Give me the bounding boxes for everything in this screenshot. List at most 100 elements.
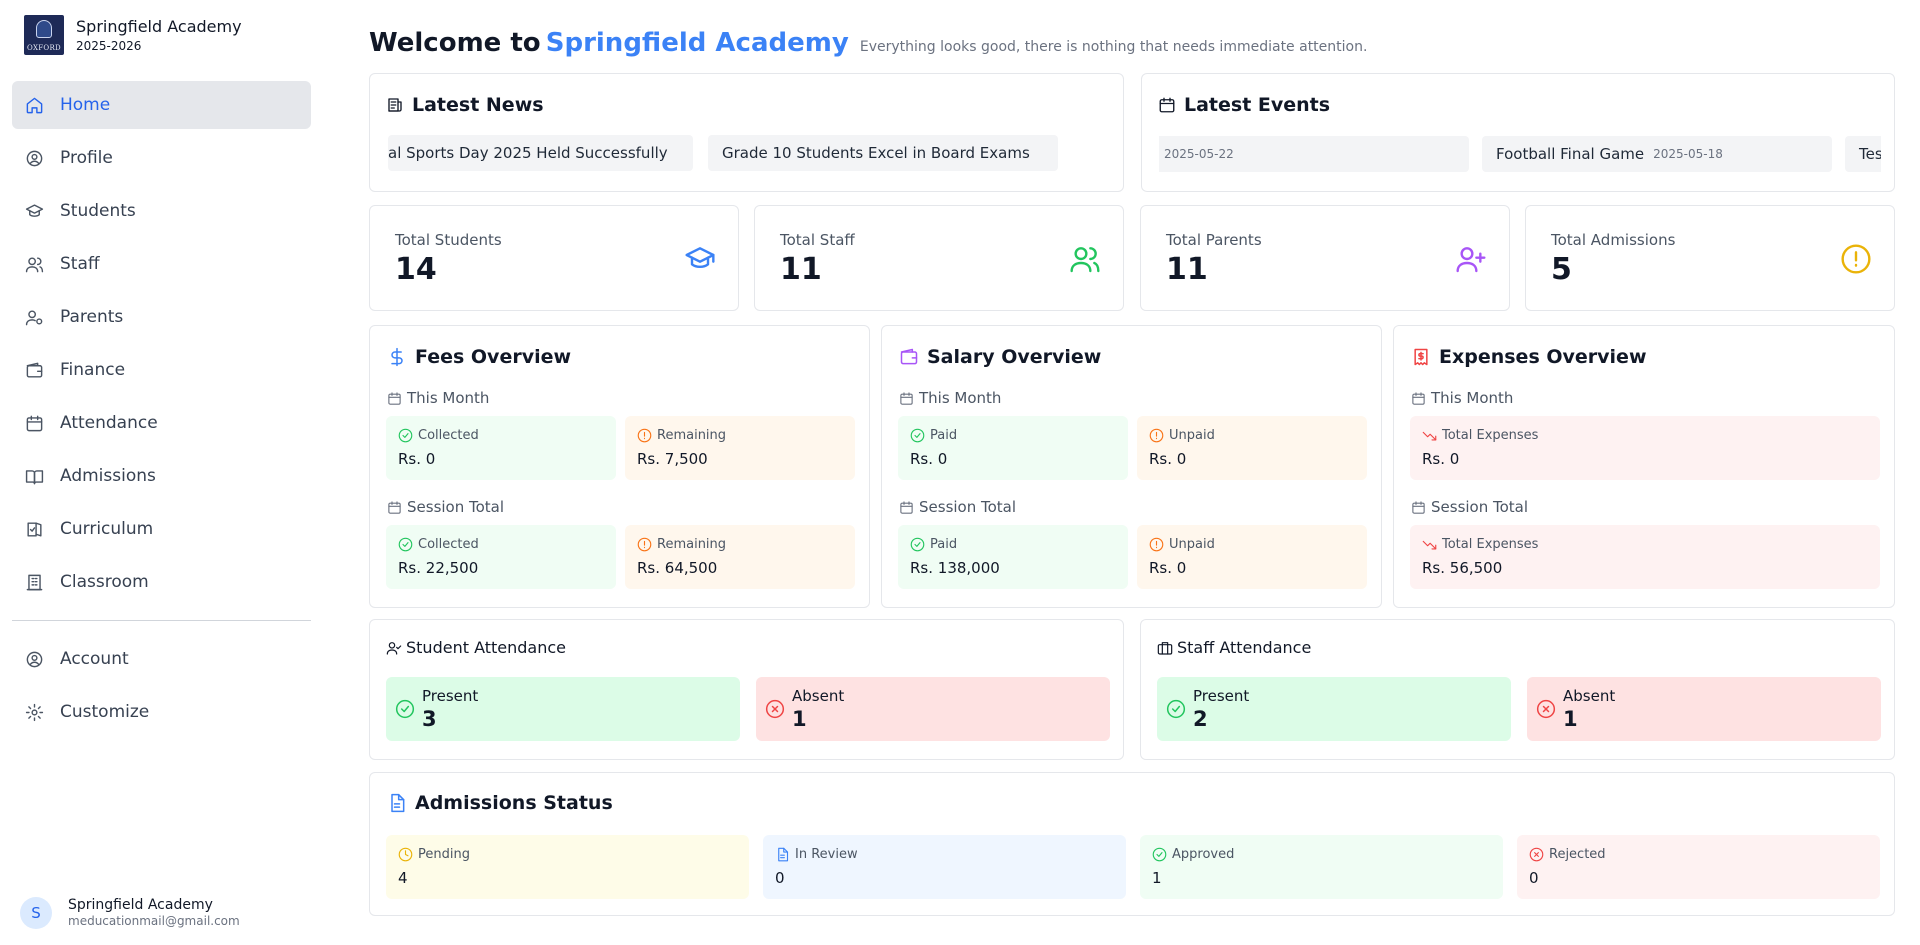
sidebar-item-label: Staff bbox=[60, 254, 100, 274]
calendar-icon bbox=[900, 500, 913, 514]
alert-circle-icon bbox=[637, 428, 652, 443]
salary-session-paid: Paid Rs. 138,000 bbox=[898, 525, 1128, 589]
present-count: 3 bbox=[422, 707, 437, 731]
sidebar-nav: Home Profile Students Staff Parents Fina… bbox=[12, 81, 311, 741]
check-circle-icon bbox=[398, 428, 413, 443]
events-ticker: 2025-05-22 Football Final Game 2025-05-1… bbox=[1159, 136, 1881, 172]
salary-overview-card: Salary Overview This Month Paid Rs. 0 Un… bbox=[881, 325, 1382, 608]
amount: Rs. 0 bbox=[1149, 450, 1187, 468]
event-item[interactable]: Football Final Game 2025-05-18 bbox=[1482, 136, 1832, 172]
amount: Rs. 56,500 bbox=[1422, 559, 1503, 577]
user-cog-icon bbox=[25, 309, 43, 325]
sidebar-item-home[interactable]: Home bbox=[12, 81, 311, 129]
sidebar-item-admissions[interactable]: Admissions bbox=[12, 452, 311, 500]
admission-in-review[interactable]: In Review 0 bbox=[763, 835, 1126, 899]
salary-session-unpaid: Unpaid Rs. 0 bbox=[1137, 525, 1367, 589]
status-subtitle: Everything looks good, there is nothing … bbox=[859, 39, 1368, 55]
student-attendance-title: Student Attendance bbox=[386, 638, 566, 657]
stat-card-staff[interactable]: Total Staff 11 bbox=[754, 205, 1124, 311]
admission-pending[interactable]: Pending 4 bbox=[386, 835, 749, 899]
stat-card-admissions[interactable]: Total Admissions 5 bbox=[1525, 205, 1895, 311]
this-month-label: This Month bbox=[899, 389, 1001, 407]
staff-attendance-card: Staff Attendance Present 2 Absent 1 bbox=[1140, 619, 1895, 760]
salary-month-unpaid: Unpaid Rs. 0 bbox=[1137, 416, 1367, 480]
building-icon bbox=[26, 574, 43, 590]
amount: Rs. 0 bbox=[1422, 450, 1460, 468]
amount: Rs. 0 bbox=[1149, 559, 1187, 577]
school-logo: OXFORD bbox=[24, 15, 64, 55]
x-circle-icon bbox=[1536, 699, 1556, 719]
user-name: Springfield Academy bbox=[68, 897, 213, 913]
absent-count: 1 bbox=[1563, 707, 1578, 731]
fees-session-remaining: Remaining Rs. 64,500 bbox=[625, 525, 855, 589]
amount: Rs. 0 bbox=[398, 450, 436, 468]
calendar-icon bbox=[1412, 391, 1425, 405]
this-month-label: This Month bbox=[1411, 389, 1513, 407]
alert-circle-icon bbox=[1841, 244, 1871, 274]
sidebar-item-curriculum[interactable]: Curriculum bbox=[12, 505, 311, 553]
calendar-icon bbox=[26, 415, 43, 431]
graduation-cap-icon bbox=[685, 247, 715, 269]
admission-approved[interactable]: Approved 1 bbox=[1140, 835, 1503, 899]
news-item[interactable]: al Sports Day 2025 Held Successfully bbox=[388, 135, 693, 171]
alert-circle-icon bbox=[637, 537, 652, 552]
staff-present: Present 2 bbox=[1157, 677, 1511, 741]
session-total-label: Session Total bbox=[1411, 498, 1528, 516]
event-item[interactable]: 2025-05-22 bbox=[1159, 136, 1469, 172]
home-icon bbox=[26, 97, 43, 113]
sidebar-item-students[interactable]: Students bbox=[12, 187, 311, 235]
x-circle-icon bbox=[1529, 847, 1544, 862]
student-absent: Absent 1 bbox=[756, 677, 1110, 741]
check-circle-icon bbox=[910, 428, 925, 443]
brand-name: Springfield Academy bbox=[76, 17, 242, 36]
sidebar-item-account[interactable]: Account bbox=[12, 635, 311, 683]
user-profile[interactable]: S Springfield Academy meducationmail@gma… bbox=[20, 897, 240, 929]
expenses-month-total: Total Expenses Rs. 0 bbox=[1410, 416, 1880, 480]
sidebar-item-label: Finance bbox=[60, 360, 126, 380]
dollar-icon bbox=[391, 347, 403, 367]
event-date: 2025-05-22 bbox=[1164, 147, 1234, 161]
trending-down-icon bbox=[1422, 540, 1437, 550]
expenses-overview-card: Expenses Overview This Month Total Expen… bbox=[1393, 325, 1895, 608]
sidebar-item-label: Attendance bbox=[60, 413, 158, 433]
wallet-icon bbox=[900, 348, 918, 365]
absent-count: 1 bbox=[792, 707, 807, 731]
sidebar-item-classroom[interactable]: Classroom bbox=[12, 558, 311, 606]
user-check-icon bbox=[386, 641, 402, 655]
news-item[interactable]: Grade 10 Students Excel in Board Exams bbox=[708, 135, 1058, 171]
stat-card-students[interactable]: Total Students 14 bbox=[369, 205, 739, 311]
staff-attendance-title: Staff Attendance bbox=[1157, 638, 1311, 657]
calendar-icon bbox=[388, 391, 401, 405]
stat-card-parents[interactable]: Total Parents 11 bbox=[1140, 205, 1510, 311]
sidebar-item-label: Home bbox=[60, 95, 111, 115]
x-circle-icon bbox=[765, 699, 785, 719]
news-ticker: al Sports Day 2025 Held Successfully Gra… bbox=[388, 135, 1110, 171]
fees-session-collected: Collected Rs. 22,500 bbox=[386, 525, 616, 589]
sidebar-item-attendance[interactable]: Attendance bbox=[12, 399, 311, 447]
sidebar-item-finance[interactable]: Finance bbox=[12, 346, 311, 394]
sidebar-item-label: Account bbox=[60, 649, 129, 669]
student-present: Present 3 bbox=[386, 677, 740, 741]
sidebar-item-staff[interactable]: Staff bbox=[12, 240, 311, 288]
check-circle-icon bbox=[398, 537, 413, 552]
present-count: 2 bbox=[1193, 707, 1208, 731]
sidebar-item-parents[interactable]: Parents bbox=[12, 293, 311, 341]
latest-events-card: Latest Events 2025-05-22 Football Final … bbox=[1141, 73, 1895, 192]
sidebar-divider bbox=[12, 620, 311, 621]
expenses-overview-title: Expenses Overview bbox=[1411, 346, 1647, 368]
avatar: S bbox=[20, 897, 52, 929]
amount: Rs. 22,500 bbox=[398, 559, 479, 577]
sidebar-item-profile[interactable]: Profile bbox=[12, 134, 311, 182]
sidebar-item-customize[interactable]: Customize bbox=[12, 688, 311, 736]
brand-year: 2025-2026 bbox=[76, 39, 142, 53]
event-item[interactable]: Tes bbox=[1845, 136, 1881, 172]
brand[interactable]: OXFORD Springfield Academy 2025-2026 bbox=[24, 15, 242, 55]
check-circle-icon bbox=[1152, 847, 1167, 862]
amount: Rs. 64,500 bbox=[637, 559, 718, 577]
salary-overview-title: Salary Overview bbox=[899, 346, 1101, 368]
admission-rejected[interactable]: Rejected 0 bbox=[1517, 835, 1880, 899]
count: 1 bbox=[1152, 869, 1162, 887]
stat-value: 11 bbox=[780, 252, 822, 287]
alert-circle-icon bbox=[1149, 428, 1164, 443]
latest-news-card: Latest News al Sports Day 2025 Held Succ… bbox=[369, 73, 1124, 192]
